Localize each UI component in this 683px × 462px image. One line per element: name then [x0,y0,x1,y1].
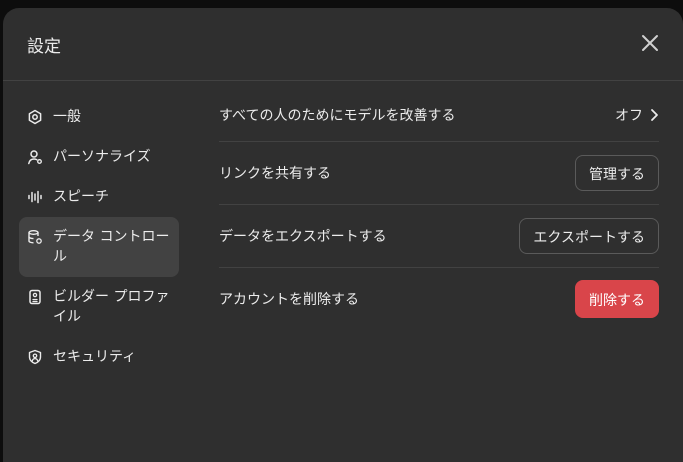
sidebar-item-label: データ コントロール [53,229,170,265]
sidebar-item-label: セキュリティ [53,349,137,365]
sidebar-item-security[interactable]: セキュリティ [19,337,179,377]
improve-model-value: オフ [615,107,643,124]
sidebar-item-label: ビルダー プロファイル [53,289,170,325]
sidebar-item-data-controls[interactable]: データ コントロール [19,217,179,277]
sidebar-item-speech[interactable]: スピーチ [19,177,179,217]
settings-dialog: 設定 一般 パーソナライズ スピーチ データ コントロール ビルダー プロファイ… [3,8,683,462]
settings-sidebar: 一般 パーソナライズ スピーチ データ コントロール ビルダー プロファイル セ… [19,97,179,377]
share-links-row: リンクを共有する 管理する [219,142,659,205]
id-card-icon [29,289,41,305]
dialog-header: 設定 [3,8,683,81]
chevron-right-icon [651,108,658,121]
improve-model-label: すべての人のためにモデルを改善する [219,107,456,124]
export-data-label: データをエクスポートする [219,229,387,245]
person-icon [28,150,42,165]
improve-model-toggle[interactable]: オフ [615,105,659,125]
export-data-button[interactable]: エクスポートする [519,218,659,254]
database-gear-icon [28,230,42,244]
manage-links-button[interactable]: 管理する [575,155,659,191]
shield-user-icon [28,349,42,365]
delete-account-button[interactable]: 削除する [575,280,659,318]
settings-content: すべての人のためにモデルを改善する オフ リンクを共有する 管理する データをエ… [219,88,659,330]
export-data-row: データをエクスポートする エクスポートする [219,205,659,268]
improve-model-row: すべての人のためにモデルを改善する オフ [219,88,659,142]
sidebar-item-general[interactable]: 一般 [19,97,179,137]
gear-icon [28,109,42,125]
sidebar-item-label: パーソナライズ [53,149,151,165]
dialog-title: 設定 [27,37,61,57]
share-links-label: リンクを共有する [219,166,331,182]
delete-account-row: アカウントを削除する 削除する [219,268,659,330]
sidebar-item-builder-profile[interactable]: ビルダー プロファイル [19,277,179,337]
waveform-icon [28,190,42,204]
sidebar-item-label: 一般 [53,109,81,125]
delete-account-label: アカウントを削除する [219,292,359,308]
sidebar-item-personalize[interactable]: パーソナライズ [19,137,179,177]
sidebar-item-label: スピーチ [53,189,109,205]
close-icon[interactable] [639,32,661,54]
